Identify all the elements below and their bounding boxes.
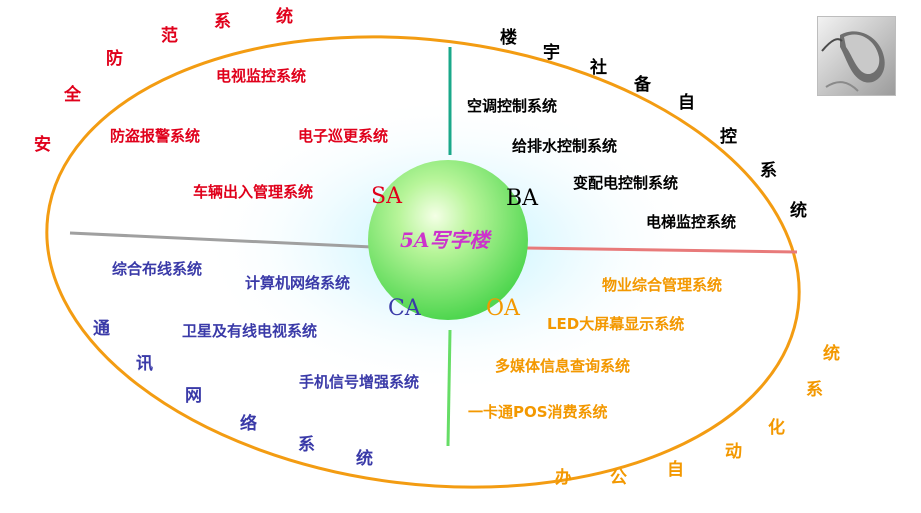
arc-security-char: 全 (64, 85, 81, 105)
code-oa: OA (486, 296, 520, 321)
system-label-oa: 一卡通POS消费系统 (468, 403, 608, 421)
arc-communication-char: 络 (240, 414, 257, 434)
mouse-icon (818, 17, 895, 95)
computer-mouse-image (817, 16, 896, 96)
arc-office-char: 自 (667, 460, 684, 480)
arc-building-char: 备 (634, 75, 651, 95)
arc-communication-char: 系 (298, 435, 315, 455)
arc-building-char: 社 (590, 58, 607, 78)
arc-communication-char: 讯 (136, 354, 153, 374)
arc-office-char: 化 (768, 418, 785, 438)
center-label: 5A写字楼 (400, 228, 490, 252)
arc-office-char: 系 (806, 380, 823, 400)
arc-building-char: 宇 (543, 43, 560, 63)
arc-office-char: 统 (823, 344, 840, 364)
arc-security-char: 统 (276, 7, 293, 27)
system-label-ba: 空调控制系统 (467, 97, 558, 115)
arc-building-char: 控 (720, 127, 737, 147)
system-label-oa: LED大屏幕显示系统 (547, 315, 685, 333)
system-label-ca: 综合布线系统 (112, 260, 203, 278)
arc-security-char: 系 (214, 12, 231, 32)
arc-building-char: 统 (790, 201, 807, 221)
arc-building-char: 系 (760, 161, 777, 181)
arc-security-char: 安 (34, 135, 51, 155)
system-label-ba: 电梯监控系统 (646, 213, 737, 231)
diagram-canvas: 5A写字楼 SA BA CA OA 安 全 防 范 系 统 楼 宇 社 备 自 … (0, 0, 921, 513)
arc-building-char: 自 (678, 93, 695, 113)
arc-building-char: 楼 (500, 28, 517, 48)
system-label-ba: 变配电控制系统 (573, 174, 679, 192)
arc-office-char: 公 (610, 468, 627, 488)
system-label-ca: 卫星及有线电视系统 (182, 322, 318, 340)
system-label-sa: 车辆出入管理系统 (193, 183, 314, 201)
system-label-oa: 多媒体信息查询系统 (495, 357, 631, 375)
system-label-ca: 手机信号增强系统 (299, 373, 420, 391)
arc-communication-char: 通 (93, 319, 110, 339)
system-label-oa: 物业综合管理系统 (602, 276, 723, 294)
arc-office-char: 动 (725, 442, 742, 462)
system-label-sa: 电子巡更系统 (298, 127, 389, 145)
system-label-sa: 防盗报警系统 (110, 127, 201, 145)
arc-security-char: 范 (161, 26, 178, 46)
code-ba: BA (506, 186, 539, 211)
arc-communication-char: 网 (185, 386, 202, 406)
arc-communication-char: 统 (356, 449, 373, 469)
arc-security-char: 防 (106, 49, 123, 69)
code-ca: CA (388, 296, 421, 321)
system-label-ba: 给排水控制系统 (512, 137, 618, 155)
system-label-ca: 计算机网络系统 (245, 274, 351, 292)
system-label-sa: 电视监控系统 (216, 67, 307, 85)
arc-office-char: 办 (555, 468, 572, 488)
code-sa: SA (371, 184, 402, 209)
divider-bottom (446, 329, 452, 447)
